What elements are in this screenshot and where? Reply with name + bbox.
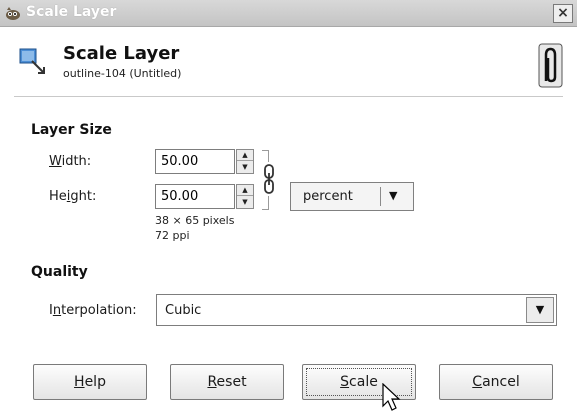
chain-link-icon[interactable] (262, 163, 276, 195)
height-spinner[interactable]: ▲ ▼ (236, 184, 254, 209)
unit-value: percent (303, 189, 353, 204)
pixel-size-info: 38 × 65 pixels (155, 214, 235, 227)
unit-divider (380, 187, 381, 206)
width-spinner[interactable]: ▲ ▼ (236, 149, 254, 174)
height-input[interactable] (155, 184, 235, 209)
paperclip-icon[interactable] (538, 43, 563, 88)
height-label: Height: (49, 189, 97, 204)
image-name: outline-104 (Untitled) (63, 67, 182, 80)
cancel-button[interactable]: Cancel (439, 364, 553, 400)
height-spin-up-icon[interactable]: ▲ (237, 185, 253, 196)
interpolation-select[interactable]: Cubic ▼ (156, 294, 557, 326)
gimp-icon (6, 7, 20, 20)
width-label: Width: (49, 154, 92, 169)
title-bar: Scale Layer × (0, 0, 577, 27)
reset-button[interactable]: Reset (170, 364, 284, 400)
chevron-down-icon: ▼ (389, 189, 398, 202)
chain-bracket-bottom (262, 196, 269, 210)
interpolation-value: Cubic (165, 303, 202, 318)
help-button[interactable]: Help (33, 364, 147, 400)
width-spin-up-icon[interactable]: ▲ (237, 150, 253, 161)
width-input[interactable] (155, 149, 235, 174)
quality-heading: Quality (31, 264, 88, 280)
dialog-title: Scale Layer (63, 43, 180, 64)
width-spin-down-icon[interactable]: ▼ (237, 162, 253, 173)
chain-bracket-top (262, 150, 269, 162)
dropdown-arrow-icon[interactable]: ▼ (526, 297, 554, 323)
interpolation-label: Interpolation: (49, 303, 137, 318)
close-icon: × (557, 5, 569, 21)
resolution-info: 72 ppi (155, 229, 190, 242)
mouse-pointer-icon (382, 383, 401, 411)
scale-layer-icon (19, 48, 45, 74)
unit-select[interactable]: percent ▼ (290, 182, 414, 211)
height-spin-down-icon[interactable]: ▼ (237, 197, 253, 208)
layer-size-heading: Layer Size (31, 122, 112, 138)
window-title: Scale Layer (26, 4, 117, 20)
header-separator (14, 96, 563, 97)
close-button[interactable]: × (553, 4, 573, 23)
